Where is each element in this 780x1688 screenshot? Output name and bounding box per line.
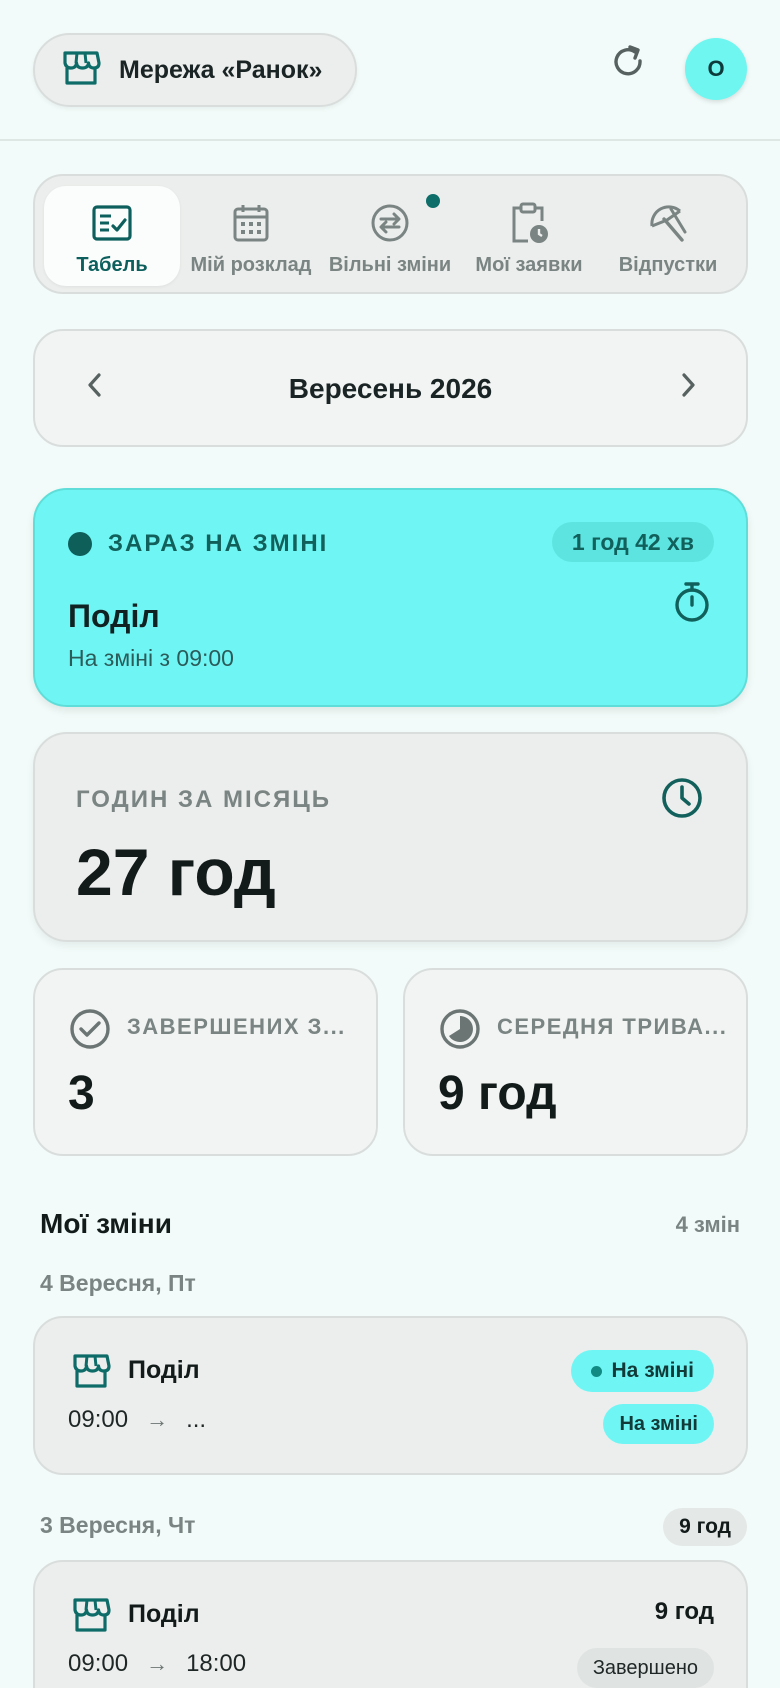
shift-place: Поділ xyxy=(128,1356,200,1384)
tab-label: Вільні зміни xyxy=(328,254,452,276)
next-month-button[interactable] xyxy=(672,371,704,403)
average-duration-value: 9 год xyxy=(438,1067,557,1120)
tab-bar: Табель Мій розклад Вільні зміни Мої заяв… xyxy=(33,174,748,294)
average-duration-card: СЕРЕДНЯ ТРИВА... 9 год xyxy=(403,968,748,1156)
tab-label: Відпустки xyxy=(618,254,718,276)
live-shift-badge: На зміні xyxy=(570,1350,714,1392)
calendar-icon xyxy=(231,202,271,244)
check-circle-icon xyxy=(69,1008,111,1055)
shift-start: 09:00 xyxy=(68,1406,129,1433)
my-shifts-title: Мої зміни xyxy=(40,1208,172,1239)
live-dot xyxy=(590,1365,602,1377)
swap-icon xyxy=(369,202,411,244)
month-selector: Вересень 2026 xyxy=(33,329,748,447)
store-icon xyxy=(71,1352,111,1395)
month-title: Вересень 2026 xyxy=(288,373,493,404)
current-shift-since: На зміні з 09:00 xyxy=(68,645,234,671)
shift-start: 09:00 xyxy=(68,1650,129,1677)
app-header: Мережа «Ранок» О xyxy=(0,0,780,141)
tab-my-requests[interactable]: Мої заявки xyxy=(461,186,597,286)
monthly-hours-value: 27 год xyxy=(76,835,276,909)
stopwatch-icon xyxy=(672,580,712,629)
tab-vacations[interactable]: Відпустки xyxy=(600,186,736,286)
shift-status-badge: На зміні xyxy=(603,1404,714,1444)
clipboard-clock-icon xyxy=(508,202,550,244)
notification-dot xyxy=(426,194,440,208)
completed-shifts-label: ЗАВЕРШЕНИХ З... xyxy=(127,1014,346,1039)
chevron-right-icon xyxy=(678,371,698,404)
completed-shifts-value: 3 xyxy=(68,1067,95,1120)
shift-status-badge: Завершено xyxy=(576,1648,714,1688)
store-icon xyxy=(71,1596,111,1639)
umbrella-off-icon xyxy=(647,202,689,244)
current-shift-status: ЗАРАЗ НА ЗМІНІ xyxy=(108,530,329,557)
shift-duration-badge: 1 год 42 хв xyxy=(551,522,714,562)
arrow-right-icon: → xyxy=(146,1651,169,1676)
completed-shifts-card: ЗАВЕРШЕНИХ З... 3 xyxy=(33,968,378,1156)
tab-label: Мій розклад xyxy=(190,254,312,276)
store-icon xyxy=(61,49,101,92)
clock-icon xyxy=(660,776,704,825)
monthly-hours-card: ГОДИН ЗА МІСЯЦЬ 27 год xyxy=(33,732,748,942)
pie-clock-icon xyxy=(439,1008,481,1055)
current-shift-place: Поділ xyxy=(68,598,160,634)
average-duration-label: СЕРЕДНЯ ТРИВА... xyxy=(497,1014,728,1039)
day-label: 3 Вересня, Чт xyxy=(40,1512,196,1538)
shift-card[interactable]: Поділ 09:00 → 18:00 9 год Завершено xyxy=(33,1560,748,1688)
shift-time: 09:00 → ... xyxy=(68,1406,206,1434)
live-indicator xyxy=(68,532,92,556)
timesheet-icon xyxy=(91,202,133,244)
monthly-hours-label: ГОДИН ЗА МІСЯЦЬ xyxy=(76,786,332,813)
day-hours-badge: 9 год xyxy=(663,1508,747,1546)
organization-selector[interactable]: Мережа «Ранок» xyxy=(33,33,357,107)
tab-label: Табель xyxy=(76,254,148,276)
day-label: 4 Вересня, Пт xyxy=(40,1270,196,1296)
tab-label: Мої заявки xyxy=(475,254,583,276)
tab-timesheet[interactable]: Табель xyxy=(44,186,180,286)
refresh-button[interactable] xyxy=(604,40,652,88)
avatar[interactable]: О xyxy=(685,38,747,100)
live-badge-label: На зміні xyxy=(611,1359,694,1382)
my-shifts-count: 4 змін xyxy=(675,1212,740,1237)
shift-end: 18:00 xyxy=(186,1650,247,1677)
shift-time: 09:00 → 18:00 xyxy=(68,1650,246,1678)
tab-my-schedule[interactable]: Мій розклад xyxy=(183,186,319,286)
organization-name: Мережа «Ранок» xyxy=(119,55,323,84)
refresh-icon xyxy=(610,44,646,85)
shift-hours: 9 год xyxy=(654,1598,714,1625)
arrow-right-icon: → xyxy=(146,1407,169,1432)
shift-end: ... xyxy=(186,1406,207,1433)
shift-place: Поділ xyxy=(128,1600,200,1628)
current-shift-card[interactable]: ЗАРАЗ НА ЗМІНІ 1 год 42 хв Поділ На змін… xyxy=(33,488,748,707)
shift-card[interactable]: Поділ 09:00 → ... На зміні На зміні xyxy=(33,1316,748,1475)
